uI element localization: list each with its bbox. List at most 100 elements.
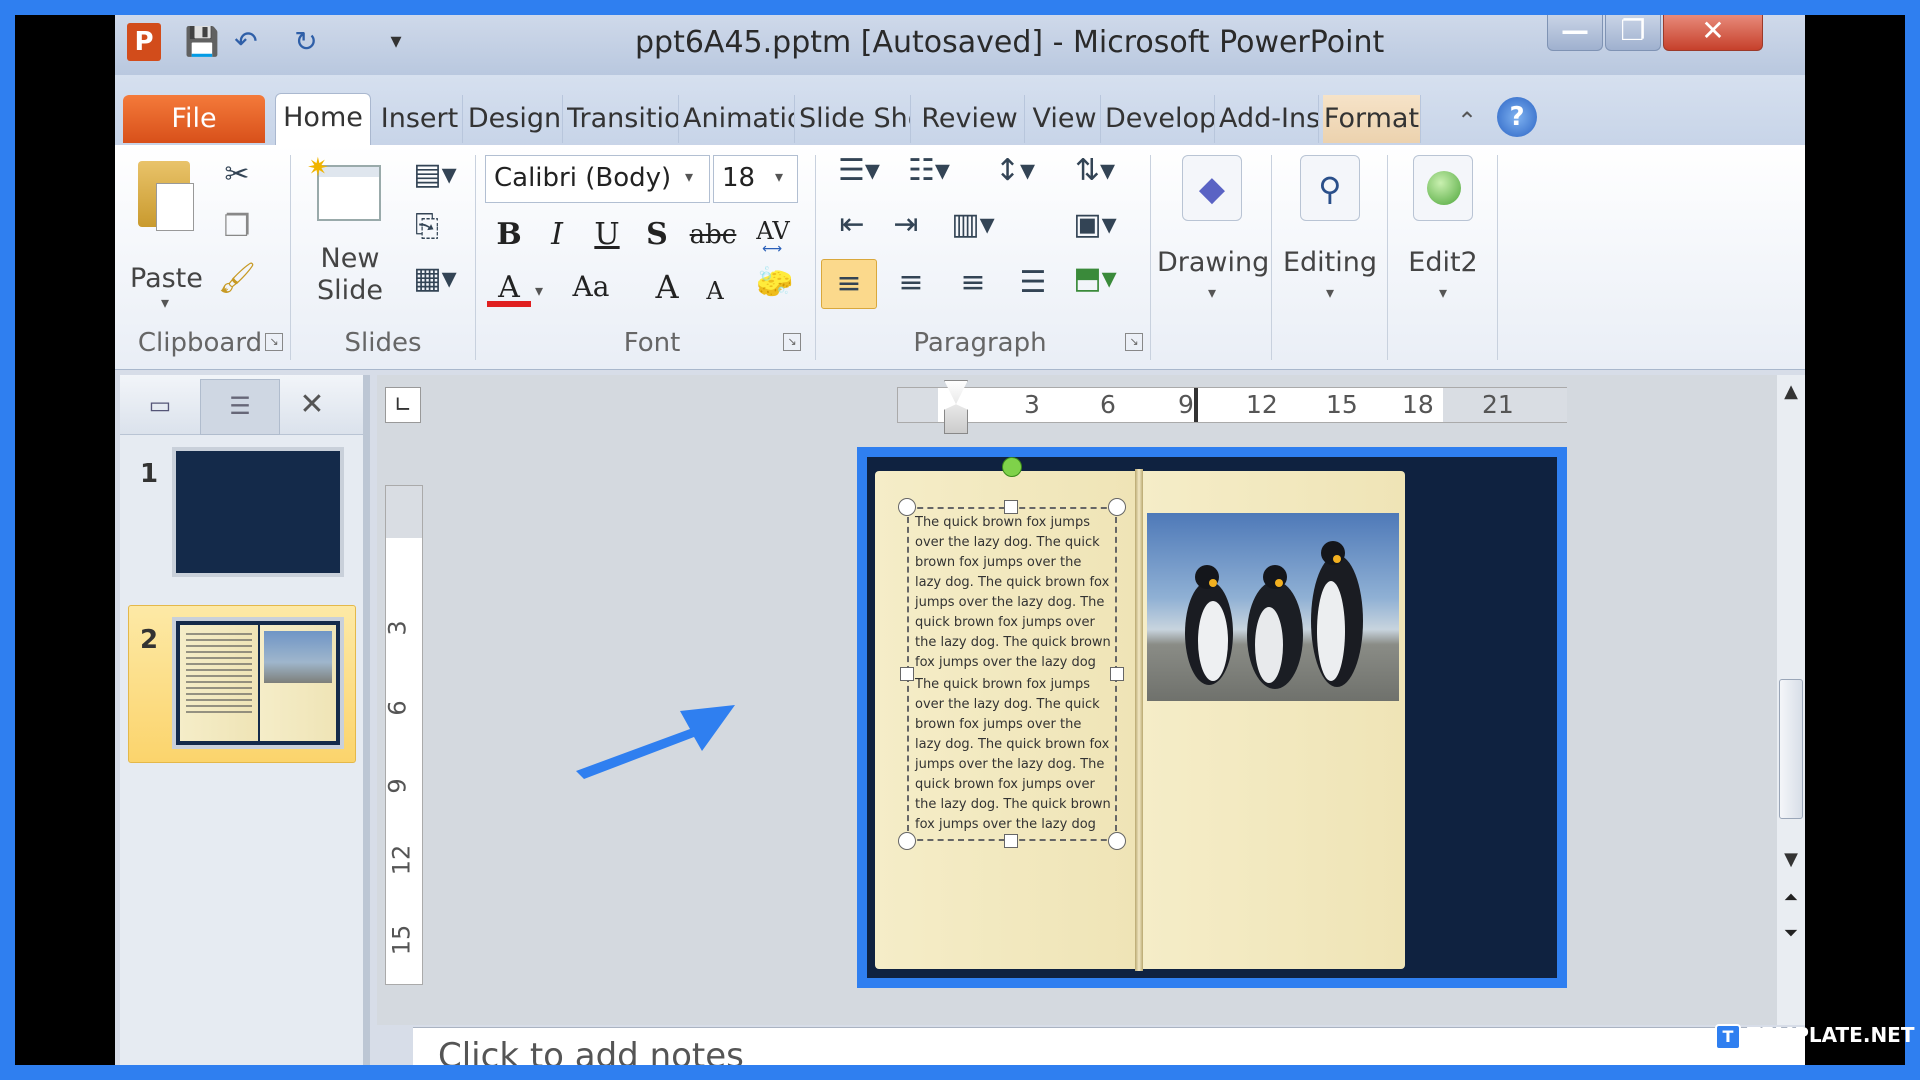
tab-animations[interactable]: Animatic xyxy=(683,95,795,143)
undo-icon[interactable]: ↶ xyxy=(227,23,265,61)
horizontal-ruler[interactable]: 3 6 9 12 15 18 21 xyxy=(897,380,1567,434)
drawing-button[interactable]: ◆ Drawing ▾ xyxy=(1157,151,1269,311)
tab-slide-show[interactable]: Slide Shö xyxy=(799,95,911,143)
notes-pane[interactable]: Click to add notes xyxy=(413,1027,1805,1065)
new-slide-button[interactable]: ✷ New Slide xyxy=(305,155,395,315)
align-text-icon[interactable]: ▣▾ xyxy=(1063,205,1127,245)
font-name-box[interactable]: Calibri (Body) xyxy=(485,155,710,203)
group-separator xyxy=(1497,155,1498,360)
resize-handle[interactable] xyxy=(898,498,916,516)
section-icon[interactable]: ▦▾ xyxy=(405,259,465,299)
slides-tab-icon[interactable]: ▭ xyxy=(130,387,190,423)
tab-developer[interactable]: Develop xyxy=(1105,95,1215,143)
chevron-down-icon[interactable]: ▾ xyxy=(535,281,555,300)
customize-toolbar-icon[interactable]: ▾ xyxy=(377,23,415,61)
grow-font-button[interactable]: A xyxy=(645,265,689,309)
indent-marker-icon[interactable] xyxy=(944,380,968,434)
tab-add-ins[interactable]: Add-Ins xyxy=(1219,95,1319,143)
increase-indent-icon[interactable]: ⇥ xyxy=(881,205,931,245)
minimize-ribbon-icon[interactable]: ⌃ xyxy=(1447,103,1487,139)
font-launcher-icon[interactable]: ↘ xyxy=(783,333,801,351)
scrollbar-thumb[interactable] xyxy=(1779,679,1803,819)
scroll-up-icon[interactable]: ▲ xyxy=(1779,381,1803,405)
clear-formatting-icon[interactable]: 🧽 xyxy=(751,263,799,303)
scroll-down-icon[interactable]: ▼ xyxy=(1779,849,1803,873)
resize-handle[interactable] xyxy=(1004,500,1018,514)
tab-transitions[interactable]: Transitio xyxy=(567,95,679,143)
editing-button[interactable]: ⚲ Editing ▾ xyxy=(1275,151,1385,311)
columns-icon[interactable]: ▥▾ xyxy=(941,205,1005,245)
font-color-button[interactable]: A xyxy=(487,269,531,307)
smartart-icon[interactable]: ⬒▾ xyxy=(1063,259,1127,299)
ruler-tick-label: 9 xyxy=(383,778,412,794)
tab-insert[interactable]: Insert xyxy=(377,95,463,143)
thumb-text-lines xyxy=(186,633,252,713)
tab-selector-icon[interactable]: ∟ xyxy=(385,387,421,423)
tab-format[interactable]: Format xyxy=(1323,95,1421,143)
change-case-button[interactable]: Aa xyxy=(561,265,621,309)
slide-thumbnail-2[interactable] xyxy=(172,617,344,749)
underline-button[interactable]: U xyxy=(585,213,629,257)
clipboard-launcher-icon[interactable]: ↘ xyxy=(265,333,283,351)
chevron-down-icon[interactable]: ▾ xyxy=(775,167,795,186)
paste-button[interactable]: Paste ▾ xyxy=(130,155,203,315)
powerpoint-app-icon[interactable]: P xyxy=(127,23,161,61)
align-left-icon[interactable]: ≡ xyxy=(821,259,877,309)
format-painter-icon[interactable]: 🖌 xyxy=(215,259,259,299)
close-button[interactable]: ✕ xyxy=(1663,15,1763,51)
tab-home[interactable]: Home xyxy=(275,93,371,149)
bullets-icon[interactable]: ☰▾ xyxy=(827,151,891,191)
text-box[interactable]: The quick brown fox jumps over the lazy … xyxy=(907,507,1117,841)
vertical-scrollbar[interactable]: ▲ ▼ ⏶ ⏷ xyxy=(1777,375,1805,1025)
new-slide-label: New xyxy=(320,243,380,274)
vertical-ruler[interactable]: 3 6 9 12 15 xyxy=(383,485,423,985)
justify-icon[interactable]: ☰ xyxy=(1005,259,1061,307)
rotate-handle[interactable] xyxy=(1002,457,1022,477)
help-icon[interactable]: ? xyxy=(1497,97,1537,137)
cut-icon[interactable]: ✂ xyxy=(215,155,259,195)
strikethrough-button[interactable]: abc xyxy=(685,213,741,257)
previous-slide-icon[interactable]: ⏶ xyxy=(1779,887,1803,915)
layout-icon[interactable]: ▤▾ xyxy=(405,155,465,195)
tab-stop-marker[interactable] xyxy=(1194,388,1198,422)
numbering-icon[interactable]: ☷▾ xyxy=(897,151,961,191)
slides-pane-divider[interactable] xyxy=(363,375,370,1065)
close-pane-icon[interactable]: ✕ xyxy=(290,383,334,427)
resize-handle[interactable] xyxy=(898,832,916,850)
resize-handle[interactable] xyxy=(1108,832,1126,850)
align-center-icon[interactable]: ≡ xyxy=(883,259,939,307)
paragraph-launcher-icon[interactable]: ↘ xyxy=(1125,333,1143,351)
save-icon[interactable]: 💾 xyxy=(183,23,221,61)
resize-handle[interactable] xyxy=(1110,667,1124,681)
next-slide-icon[interactable]: ⏷ xyxy=(1779,923,1803,951)
line-spacing-icon[interactable]: ↕▾ xyxy=(983,151,1047,191)
body-paragraph-2: The quick brown fox jumps over the lazy … xyxy=(915,677,1111,832)
slide-canvas[interactable]: The quick brown fox jumps over the lazy … xyxy=(857,447,1567,988)
resize-handle[interactable] xyxy=(1004,834,1018,848)
tab-review[interactable]: Review xyxy=(915,95,1025,143)
tab-file[interactable]: File xyxy=(123,95,265,143)
penguins-image[interactable] xyxy=(1147,513,1399,701)
chevron-down-icon[interactable]: ▾ xyxy=(685,167,705,186)
bold-button[interactable]: B xyxy=(487,213,531,257)
text-shadow-button[interactable]: S xyxy=(635,213,679,257)
resize-handle[interactable] xyxy=(900,667,914,681)
notes-placeholder[interactable]: Click to add notes xyxy=(438,1034,744,1065)
align-right-icon[interactable]: ≡ xyxy=(945,259,1001,307)
edit2-button[interactable]: Edit2 ▾ xyxy=(1393,151,1493,311)
text-direction-icon[interactable]: ⇅▾ xyxy=(1063,151,1127,191)
slide-thumbnail-1[interactable] xyxy=(172,447,344,577)
shrink-font-button[interactable]: A xyxy=(693,269,737,313)
tab-design[interactable]: Design xyxy=(467,95,563,143)
tab-view[interactable]: View xyxy=(1029,95,1101,143)
reset-icon[interactable]: ⎘ xyxy=(405,207,449,247)
restore-button[interactable]: ❐ xyxy=(1605,15,1661,51)
decrease-indent-icon[interactable]: ⇤ xyxy=(827,205,877,245)
italic-button[interactable]: I xyxy=(535,213,579,257)
outline-tab-icon[interactable]: ☰ xyxy=(200,379,280,435)
resize-handle[interactable] xyxy=(1108,498,1126,516)
redo-icon[interactable]: ↻ xyxy=(287,23,325,61)
minimize-button[interactable]: — xyxy=(1547,15,1603,51)
copy-icon[interactable]: ❐ xyxy=(215,207,259,247)
book-spine xyxy=(1135,469,1143,971)
